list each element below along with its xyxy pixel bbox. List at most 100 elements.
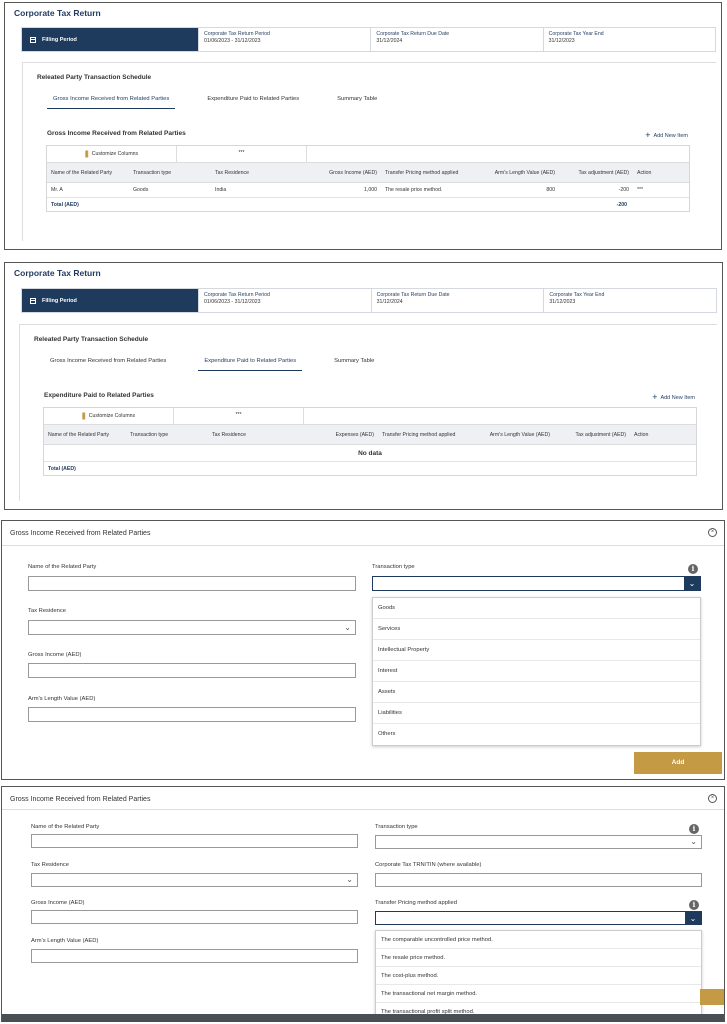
header-cell: Arm's Length Value (AED) xyxy=(489,431,550,438)
schedule-title: Releated Party Transaction Schedule xyxy=(34,336,149,343)
chevron-down-icon: ⌄ xyxy=(344,623,351,632)
add-button-partial[interactable] xyxy=(700,989,724,1005)
dropdown-option[interactable]: Interest xyxy=(373,661,700,682)
add-income-modal-transaction: Gross Income Received from Related Parti… xyxy=(1,520,725,780)
chevron-down-icon: ⌄ xyxy=(346,875,353,884)
add-income-modal-tp-method: Gross Income Received from Related Parti… xyxy=(1,786,725,1022)
dropdown-option[interactable]: Intellectual Property xyxy=(373,640,700,661)
year-end-cell: Corporate Tax Year End 31/12/2023 xyxy=(542,28,715,51)
trn-input[interactable] xyxy=(375,873,702,887)
dropdown-option[interactable]: The resale price method. xyxy=(376,949,701,967)
tab-expenditure[interactable]: Expenditure Paid to Related Parties xyxy=(198,358,303,371)
dropdown-option[interactable]: The comparable uncontrolled price method… xyxy=(376,931,701,949)
header-cell: Action xyxy=(634,431,649,438)
dropdown-option[interactable]: Others xyxy=(373,724,700,745)
table-cell: 800 xyxy=(546,187,555,193)
schedule-tabs: Gross Income Received from Related Parti… xyxy=(47,96,383,109)
schedule-section: Releated Party Transaction Schedule Gros… xyxy=(19,324,717,501)
add-new-item-button[interactable]: + Add New Item xyxy=(652,392,695,402)
header-cell: Tax adjustment (AED) xyxy=(578,169,629,176)
header-cell: Transfer Pricing method applied xyxy=(385,169,459,176)
info-icon[interactable]: i xyxy=(688,564,698,574)
arms-length-label: Arm's Length Value (AED) xyxy=(28,696,96,702)
header-cell: Tax Residence xyxy=(212,431,247,438)
close-icon[interactable]: × xyxy=(708,794,717,803)
transaction-type-select[interactable]: ⌄ xyxy=(372,576,701,591)
modal-title: Gross Income Received from Related Parti… xyxy=(10,530,151,537)
year-end-cell: Corporate Tax Year End 31/12/2023 xyxy=(543,289,716,312)
filing-period-label: Filling Period xyxy=(22,28,198,51)
info-icon[interactable]: i xyxy=(689,824,699,834)
chevron-down-icon: ⌄ xyxy=(690,837,697,846)
header-cell: Expenses (AED) xyxy=(335,431,374,438)
tax-residence-label: Tax Residence xyxy=(28,608,67,614)
transaction-type-label: Transaction type xyxy=(372,564,415,570)
arms-length-input[interactable] xyxy=(28,707,356,722)
tab-summary[interactable]: Summary Table xyxy=(328,358,380,371)
add-new-item-button[interactable]: + Add New Item xyxy=(645,130,688,140)
name-label: Name of the Related Party xyxy=(31,824,100,830)
schedule-tabs: Gross Income Received from Related Parti… xyxy=(44,358,380,371)
transaction-type-dropdown: Goods Services Intellectual Property Int… xyxy=(372,597,701,746)
dropdown-option[interactable]: Liabilities xyxy=(373,703,700,724)
arms-length-input[interactable] xyxy=(31,949,358,963)
tab-summary[interactable]: Summary Table xyxy=(331,96,383,109)
add-new-item-label: Add New Item xyxy=(660,395,695,401)
dropdown-option[interactable]: Services xyxy=(373,619,700,640)
table-cell: Mr. A xyxy=(51,187,63,193)
dropdown-option[interactable]: The transactional net margin method. xyxy=(376,985,701,1003)
total-value: -200 xyxy=(616,201,627,208)
customize-columns-button[interactable]: ||| Customize Columns xyxy=(44,408,174,424)
tp-method-select[interactable]: ⌄ xyxy=(375,911,702,925)
info-icon[interactable]: i xyxy=(689,900,699,910)
total-label: Total (AED) xyxy=(51,201,79,208)
header-cell: Name of the Related Party xyxy=(51,169,113,176)
tax-residence-label: Tax Residence xyxy=(31,862,70,868)
arms-length-label: Arm's Length Value (AED) xyxy=(31,938,99,944)
header-cell: Gross Income (AED) xyxy=(329,169,377,176)
dropdown-option[interactable]: Goods xyxy=(373,598,700,619)
transaction-type-select[interactable]: ⌄ xyxy=(375,835,702,849)
total-row: Total (AED) xyxy=(44,462,696,475)
customize-row: ||| Customize Columns *** xyxy=(44,408,696,425)
tax-residence-select[interactable]: ⌄ xyxy=(31,873,358,887)
gross-income-input[interactable] xyxy=(28,663,356,678)
due-date-label: Corporate Tax Return Due Date xyxy=(376,31,450,37)
year-end-label: Corporate Tax Year End xyxy=(548,31,604,37)
tax-residence-select[interactable]: ⌄ xyxy=(28,620,356,635)
header-cell: Tax Residence xyxy=(215,169,250,176)
add-button[interactable]: Add xyxy=(634,752,722,774)
dropdown-option[interactable]: Assets xyxy=(373,682,700,703)
tab-expenditure[interactable]: Expenditure Paid to Related Parties xyxy=(201,96,305,109)
name-input[interactable] xyxy=(28,576,356,591)
return-period-label: Corporate Tax Return Period xyxy=(204,292,270,298)
divider xyxy=(2,809,724,810)
return-period-value: 01/06/2023 - 31/12/2023 xyxy=(204,38,261,44)
close-icon[interactable]: × xyxy=(708,528,717,537)
expenditure-table: ||| Customize Columns *** Name of the Re… xyxy=(43,407,697,476)
plus-icon: + xyxy=(645,130,651,140)
return-period-cell: Corporate Tax Return Period 01/06/2023 -… xyxy=(198,289,371,312)
row-action-menu[interactable]: *** xyxy=(633,187,663,193)
footer-strip xyxy=(2,1014,724,1022)
table-row[interactable]: Mr. A Goods India 1,000 The resale price… xyxy=(47,183,689,198)
table-cell: Goods xyxy=(133,187,149,193)
more-options[interactable]: *** xyxy=(177,146,307,162)
total-label: Total (AED) xyxy=(48,465,76,472)
empty-state: No data xyxy=(44,445,696,462)
customize-columns-button[interactable]: ||| Customize Columns xyxy=(47,146,177,162)
header-cell: Action xyxy=(637,169,652,176)
tab-gross-income[interactable]: Gross Income Received from Related Parti… xyxy=(47,96,176,109)
table-cell: -200 xyxy=(618,187,629,193)
due-date-label: Corporate Tax Return Due Date xyxy=(376,292,450,298)
header-cell: Transfer Pricing method applied xyxy=(382,431,456,438)
more-options[interactable]: *** xyxy=(174,408,304,424)
customize-row: ||| Customize Columns *** xyxy=(47,146,689,163)
dropdown-option[interactable]: The cost-plus method. xyxy=(376,967,701,985)
name-input[interactable] xyxy=(31,834,358,848)
trn-label: Corporate Tax TRN/TIN (where available) xyxy=(375,862,482,868)
income-table: ||| Customize Columns *** Name of the Re… xyxy=(46,145,690,212)
page-title: Corporate Tax Return xyxy=(14,8,101,18)
gross-income-input[interactable] xyxy=(31,910,358,924)
tab-gross-income[interactable]: Gross Income Received from Related Parti… xyxy=(44,358,172,371)
